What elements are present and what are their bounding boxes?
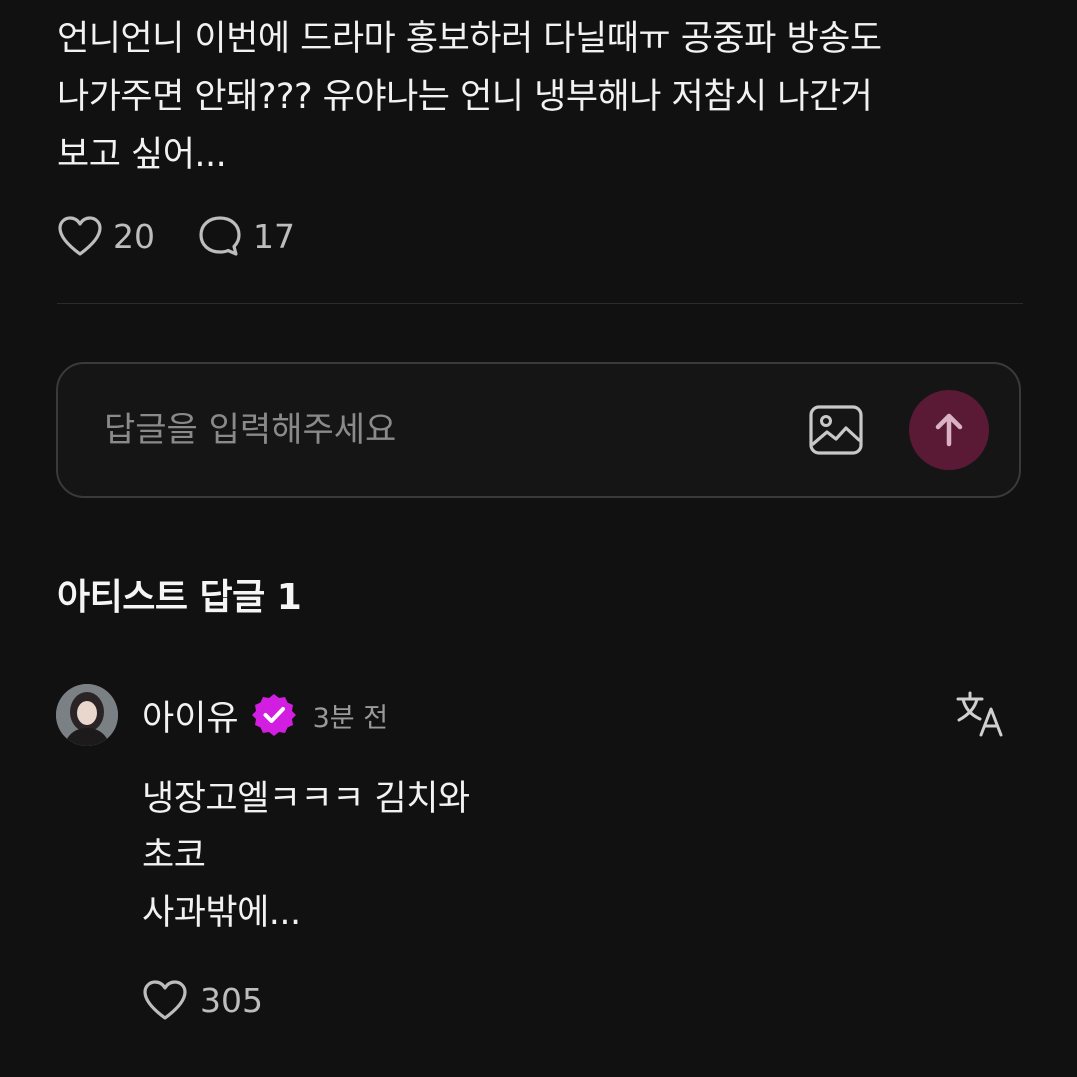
translate-button[interactable] [955,690,1005,738]
speech-bubble-icon [199,216,241,256]
post-stats: 20 17 [57,210,337,262]
artist-replies-heading: 아티스트 답글 1 [57,577,302,618]
post-text: 언니언니 이번에 드라마 홍보하러 다닐때ㅠ 공중파 방송도 나가주면 안돼??… [57,19,882,175]
comment-count: 17 [253,216,295,256]
author-name[interactable]: 아이유 [142,690,239,741]
reply-box [56,362,1021,498]
verified-badge-icon [251,694,296,736]
like-button[interactable]: 20 [57,215,155,257]
heart-outline-icon [58,216,102,256]
arrow-up-icon [935,413,963,447]
heart-outline-icon [143,980,187,1020]
divider [57,303,1023,304]
like-count: 20 [113,216,155,256]
comment-like-button[interactable]: 305 [142,974,263,1026]
image-icon [809,405,863,455]
avatar[interactable] [56,684,118,746]
send-button[interactable] [909,390,989,470]
comment-text: 냉장고엘ㅋㅋㅋ 김치와 초코 사과밖에... [142,779,470,933]
attach-image-button[interactable] [808,404,864,456]
reply-input[interactable] [104,400,724,460]
comment-header: 아이유 3분 전 [142,684,388,746]
comment-like-count: 305 [200,980,263,1020]
translate-icon [956,691,1003,737]
comment-button[interactable]: 17 [197,214,295,258]
comment-timestamp: 3분 전 [312,702,389,734]
